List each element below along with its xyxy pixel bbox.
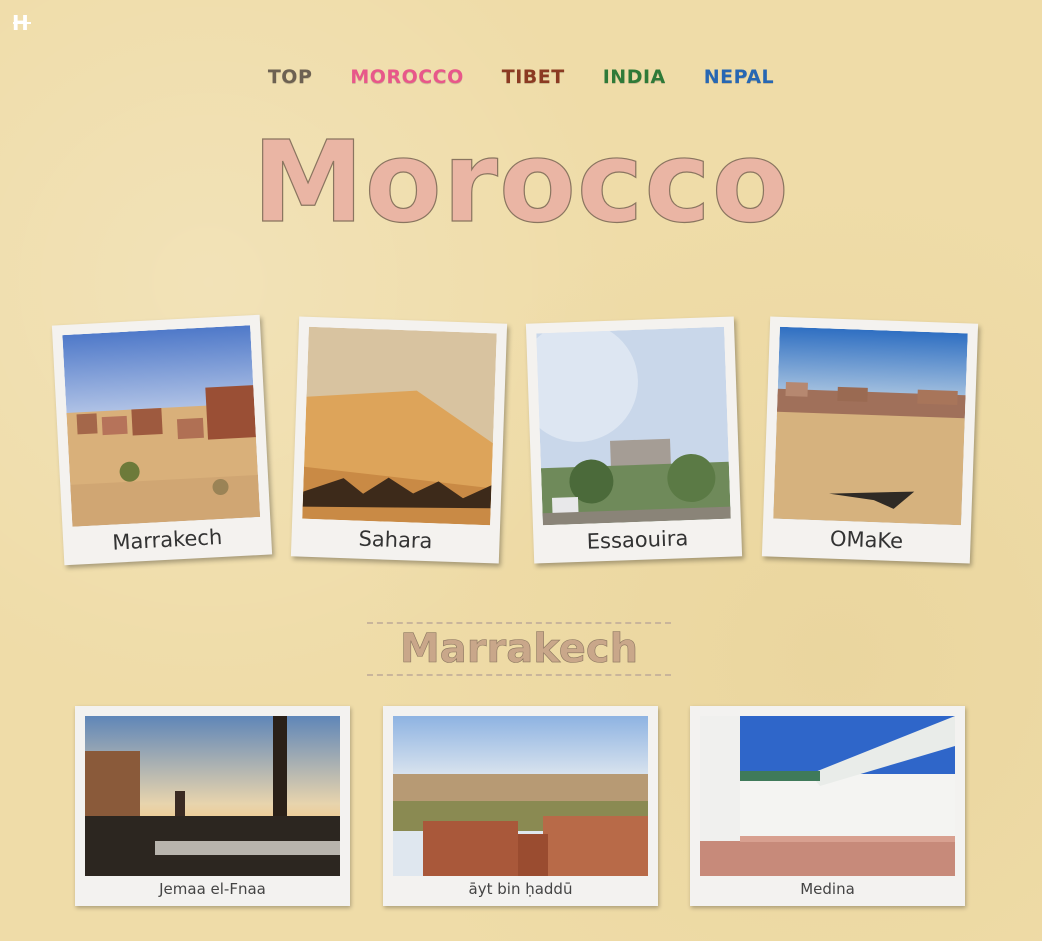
site-logo[interactable]: H bbox=[12, 12, 32, 34]
destination-card-omake[interactable]: OMaKe bbox=[761, 316, 979, 564]
destination-label: OMaKe bbox=[829, 526, 904, 554]
photo-card-medina[interactable]: Medina bbox=[690, 706, 965, 906]
main-nav: TOP MOROCCO TIBET INDIA NEPAL bbox=[0, 66, 1042, 88]
photo-caption: Jemaa el-Fnaa bbox=[159, 880, 266, 898]
sahara-thumbnail bbox=[302, 326, 497, 526]
medina-photo bbox=[700, 716, 955, 876]
nav-top[interactable]: TOP bbox=[268, 66, 313, 88]
marrakech-thumbnail bbox=[62, 325, 261, 527]
photo-caption: āyt bin ḥaddū bbox=[468, 880, 573, 898]
destination-label: Sahara bbox=[358, 526, 433, 554]
destination-card-marrakech[interactable]: Marrakech bbox=[51, 314, 273, 566]
page-title: Morocco bbox=[252, 117, 790, 248]
nav-nepal[interactable]: NEPAL bbox=[704, 66, 774, 88]
destination-label: Essaouira bbox=[586, 526, 689, 554]
destination-card-sahara[interactable]: Sahara bbox=[290, 316, 508, 564]
essaouira-thumbnail bbox=[536, 326, 731, 526]
nav-tibet[interactable]: TIBET bbox=[502, 66, 565, 88]
destination-label: Marrakech bbox=[111, 525, 223, 555]
photo-card-ayt-bin-haddu[interactable]: āyt bin ḥaddū bbox=[383, 706, 658, 906]
nav-india[interactable]: INDIA bbox=[603, 66, 666, 88]
photo-caption: Medina bbox=[800, 880, 855, 898]
jemaa-el-fnaa-photo bbox=[85, 716, 340, 876]
ayt-bin-haddu-photo bbox=[393, 716, 648, 876]
destination-card-essaouira[interactable]: Essaouira bbox=[525, 316, 743, 564]
section-title: Marrakech bbox=[367, 622, 671, 676]
nav-morocco[interactable]: MOROCCO bbox=[350, 66, 463, 88]
omake-thumbnail bbox=[773, 326, 968, 526]
photo-card-jemaa-el-fnaa[interactable]: Jemaa el-Fnaa bbox=[75, 706, 350, 906]
